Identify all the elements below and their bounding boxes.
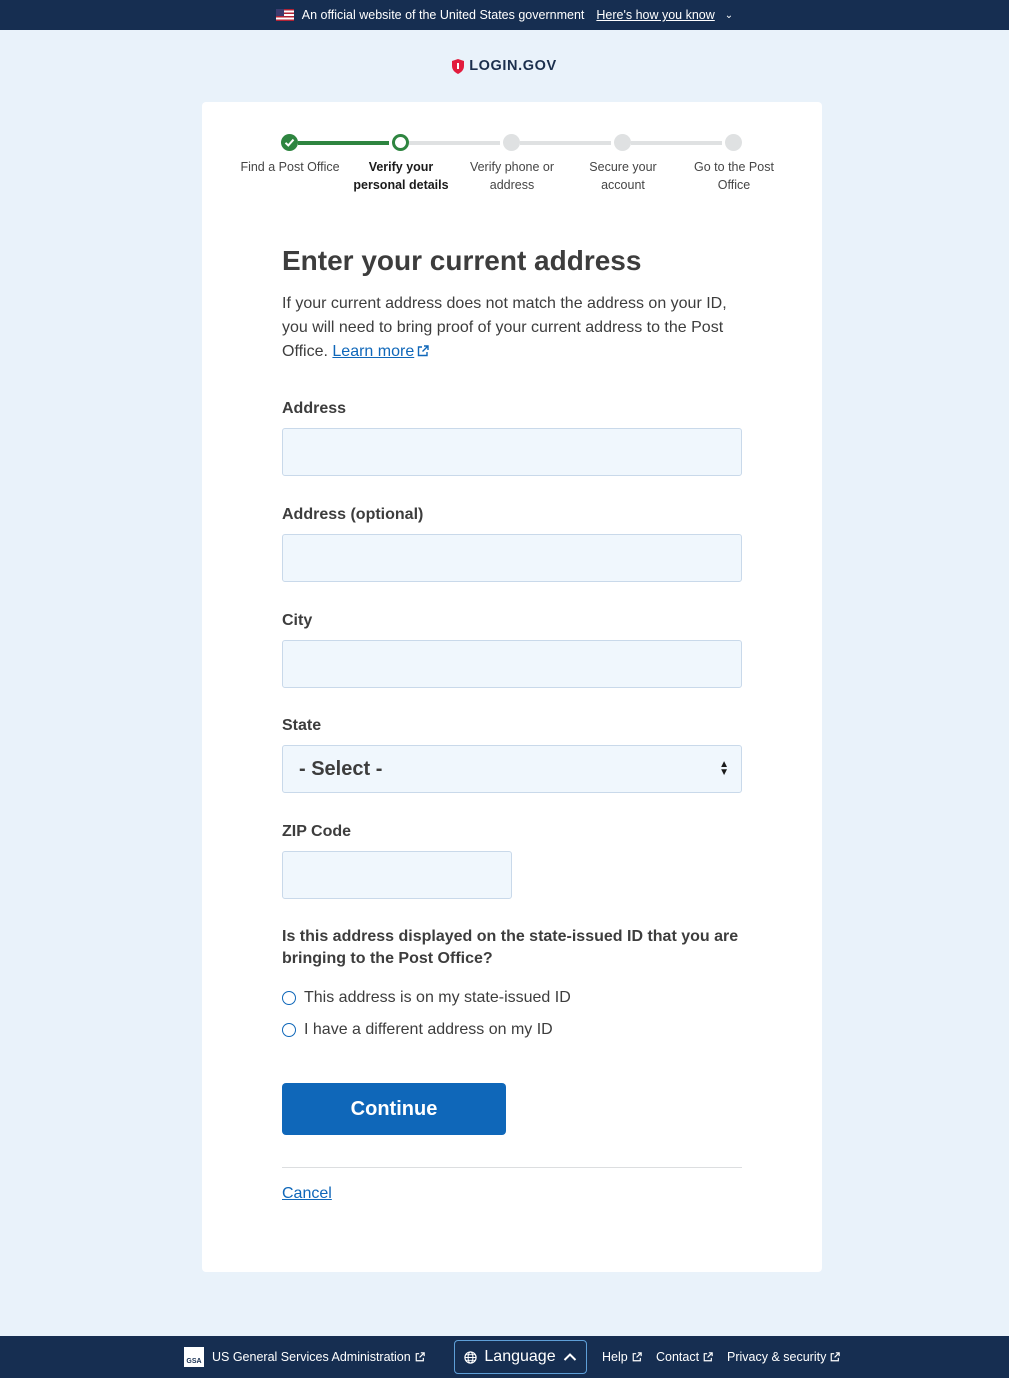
step-current-icon (392, 134, 409, 151)
step-label-secure-account: Secure your account (589, 160, 657, 192)
language-label: Language (484, 1348, 556, 1365)
state-selected-value: - Select - (299, 757, 383, 780)
step-connector (631, 141, 722, 145)
gov-banner-text: An official website of the United States… (301, 8, 585, 22)
cancel-link[interactable]: Cancel (282, 1185, 332, 1203)
gov-banner: An official website of the United States… (0, 0, 1009, 30)
chevron-up-icon (563, 1353, 576, 1361)
step-label-go-to-post-office: Go to the Post Office (694, 160, 774, 192)
zip-label: ZIP Code (282, 823, 352, 840)
step-connector (520, 141, 611, 145)
checkmark-icon (284, 138, 295, 147)
gsa-logo: GSA (184, 1347, 204, 1367)
step-label-find-post-office: Find a Post Office (240, 160, 340, 174)
logo-text: LOGIN.GOV (469, 58, 557, 74)
us-flag-icon (275, 9, 294, 21)
address2-input[interactable] (282, 534, 742, 582)
privacy-label: Privacy & security (727, 1350, 827, 1364)
contact-label: Contact (656, 1350, 700, 1364)
intro-text: If your current address does not match t… (282, 292, 742, 364)
step-label-verify-details: Verify your personal details (353, 160, 449, 192)
learn-more-link[interactable]: Learn more (332, 343, 429, 360)
footer: GSA US General Services Administration L… (0, 1336, 1009, 1378)
gsa-label: US General Services Administration (212, 1350, 411, 1364)
state-label: State (282, 717, 322, 734)
step-label-verify-phone: Verify phone or address (469, 160, 555, 192)
radio-label[interactable]: I have a different address on my ID (304, 1021, 553, 1039)
radio-button[interactable] (282, 1023, 296, 1037)
radio-option-same-address[interactable]: This address is on my state-issued ID (282, 986, 742, 1010)
address1-label: Address (282, 400, 347, 417)
zip-input[interactable] (282, 851, 512, 899)
address2-field: Address (optional) (282, 506, 742, 582)
step-connector (298, 141, 389, 145)
state-field: State - Select - ▲ ▼ (282, 717, 742, 793)
address2-label: Address (optional) (282, 506, 424, 523)
city-input[interactable] (282, 640, 742, 688)
privacy-security-link[interactable]: Privacy & security (727, 1336, 841, 1378)
step-incomplete-icon (503, 134, 520, 151)
external-link-icon (632, 1352, 642, 1362)
main-card: Find a Post Office Verify your personal … (202, 102, 822, 1272)
external-link-icon (418, 345, 429, 357)
chevron-down-icon[interactable]: ⌄ (725, 10, 733, 21)
continue-button[interactable]: Continue (282, 1083, 506, 1135)
step-connector (409, 141, 500, 145)
address-on-id-question: Is this address displayed on the state-i… (282, 928, 739, 967)
step-incomplete-icon (614, 134, 631, 151)
external-link-icon (703, 1352, 713, 1362)
divider (282, 1167, 742, 1168)
shield-icon (452, 58, 465, 74)
external-link-icon (831, 1352, 841, 1362)
city-field: City (282, 612, 742, 688)
help-label: Help (602, 1350, 628, 1364)
city-label: City (282, 612, 313, 629)
gsa-link[interactable]: GSA US General Services Administration (184, 1336, 425, 1378)
contact-link[interactable]: Contact (656, 1336, 713, 1378)
external-link-icon (415, 1352, 425, 1362)
address1-field: Address (282, 400, 742, 476)
language-button[interactable]: Language (454, 1340, 587, 1374)
address1-input[interactable] (282, 428, 742, 476)
login-gov-logo[interactable]: LOGIN.GOV (0, 58, 1009, 74)
radio-label[interactable]: This address is on my state-issued ID (304, 989, 571, 1007)
select-arrows-icon: ▲ ▼ (719, 759, 729, 778)
zip-field: ZIP Code (282, 823, 742, 899)
help-link[interactable]: Help (602, 1336, 642, 1378)
step-incomplete-icon (725, 134, 742, 151)
page-title: Enter your current address (282, 245, 642, 276)
state-select[interactable]: - Select - ▲ ▼ (282, 745, 742, 793)
radio-button[interactable] (282, 991, 296, 1005)
step-complete-icon (281, 134, 298, 151)
globe-icon (464, 1350, 478, 1364)
step-indicator: Find a Post Office Verify your personal … (202, 102, 822, 212)
radio-option-different-address[interactable]: I have a different address on my ID (282, 1018, 742, 1042)
learn-more-label: Learn more (332, 343, 415, 360)
heres-how-you-know-link[interactable]: Here's how you know (596, 8, 714, 22)
